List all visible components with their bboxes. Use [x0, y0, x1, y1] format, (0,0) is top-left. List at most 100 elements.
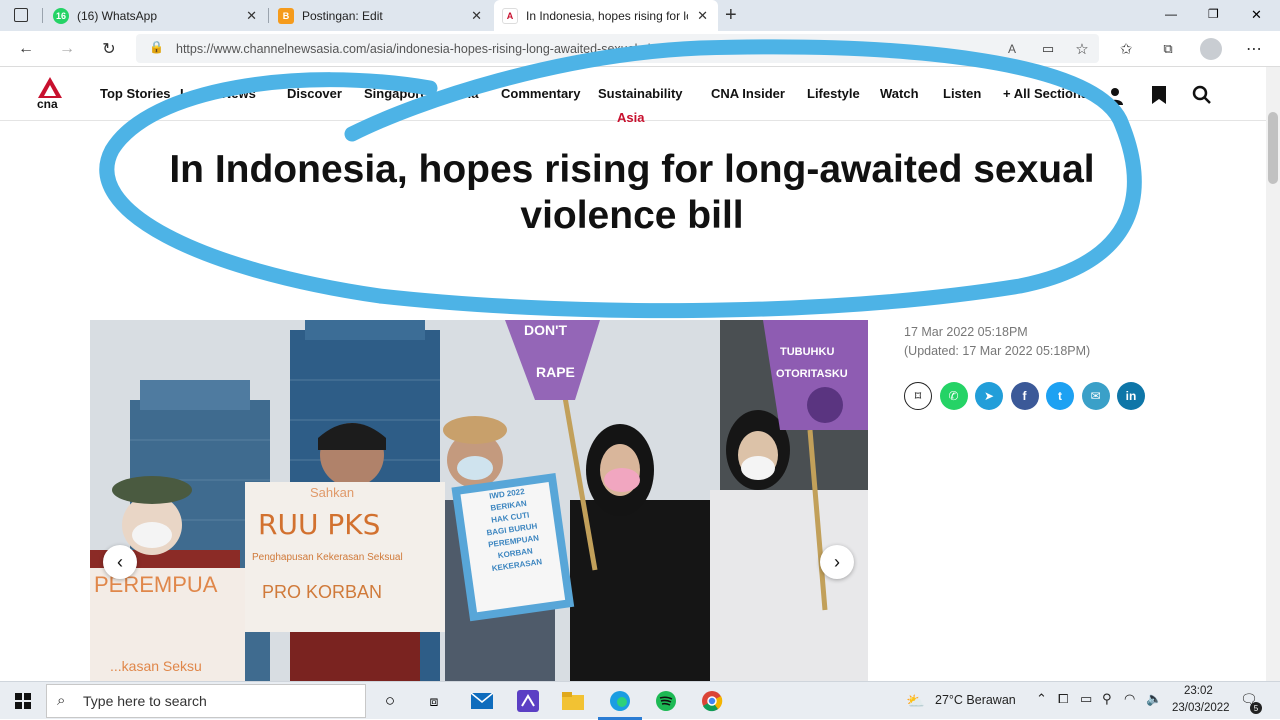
notification-count: 5 — [1250, 702, 1262, 714]
reader-view-icon[interactable]: ▭ — [1036, 37, 1060, 61]
telegram-icon[interactable]: ➤ — [975, 382, 1003, 410]
nav-singapore[interactable]: Singapore — [364, 86, 428, 101]
chrome-glyph — [702, 691, 723, 712]
nav-discover[interactable]: Discover — [287, 86, 342, 101]
sign-text: DON'T — [524, 322, 567, 338]
search-icon: ⌕ — [57, 692, 66, 709]
close-window-button[interactable]: ✕ — [1251, 7, 1262, 23]
vs-glyph — [517, 690, 539, 712]
favorites-icon[interactable]: ✩ — [1114, 37, 1138, 61]
spotify-glyph — [656, 691, 676, 711]
article-headline: In Indonesia, hopes rising for long-awai… — [169, 148, 1095, 237]
nav-lifestyle[interactable]: Lifestyle — [807, 86, 860, 101]
sign-text: TUBUHKU — [780, 346, 835, 358]
profile-avatar[interactable] — [1200, 38, 1222, 60]
battery-icon[interactable]: ▭ — [1080, 691, 1092, 707]
mail-glyph — [471, 693, 493, 709]
sign-text: PRO KORBAN — [262, 582, 383, 602]
windows-icon — [15, 693, 31, 709]
bookmark-icon[interactable]: ⌑ — [904, 382, 932, 410]
chrome-icon[interactable] — [700, 689, 724, 713]
spotify-icon[interactable] — [654, 689, 678, 713]
restore-button[interactable]: ❐ — [1208, 7, 1219, 21]
nav-cna-insider[interactable]: CNA Insider — [711, 86, 785, 101]
usb-icon[interactable]: ⚲ — [1102, 691, 1112, 707]
close-tab-icon[interactable]: ✕ — [471, 8, 482, 24]
collections-icon[interactable]: ⧉ — [1156, 37, 1180, 61]
minimize-button[interactable]: — — [1165, 7, 1177, 21]
sign-text: RAPE — [536, 364, 575, 380]
publish-date: 17 Mar 2022 05:18PM — [904, 325, 1028, 339]
tab-label: (16) WhatsApp — [77, 8, 158, 23]
clock-date[interactable]: 23/03/2022 — [1172, 702, 1230, 714]
hero-photo: Sahkan RUU PKS Penghapusan Kekerasan Sek… — [90, 320, 868, 682]
tab-label: Postingan: Edit — [302, 8, 383, 23]
blogger-icon: B — [278, 7, 294, 24]
nav-top-stories[interactable]: Top Stories — [100, 86, 171, 101]
nav-sustainability[interactable]: Sustainability — [598, 86, 683, 101]
visual-studio-icon[interactable] — [516, 689, 540, 713]
lock-icon: 🔒 — [149, 40, 164, 54]
address-toolbar: ← → ↻ 🔒 https://www.channelnewsasia.com/… — [0, 31, 1280, 67]
clock-time[interactable]: 23:02 — [1184, 685, 1213, 697]
iwd-poster: IWD 2022 BERIKAN HAK CUTI BAGI BURUH PER… — [465, 483, 560, 578]
carousel-prev-button[interactable]: ‹ — [103, 545, 137, 579]
meet-now-icon[interactable]: ⧠ — [1058, 691, 1068, 707]
start-button[interactable] — [11, 689, 35, 713]
nav-commentary[interactable]: Commentary — [501, 86, 580, 101]
user-glyph — [1107, 88, 1123, 105]
file-explorer-icon[interactable] — [561, 689, 585, 713]
article-category[interactable]: Asia — [617, 110, 644, 125]
show-hidden-icons[interactable]: ⌃ — [1036, 691, 1047, 707]
search-glyph — [1192, 85, 1211, 104]
twitter-icon[interactable]: t — [1046, 382, 1074, 410]
nav-latest-news[interactable]: Latest News — [180, 86, 256, 101]
tab-actions-icon[interactable] — [14, 8, 28, 22]
search-icon[interactable] — [1192, 85, 1212, 110]
back-icon[interactable]: ← — [14, 37, 38, 61]
cna-logo[interactable]: cna — [36, 76, 64, 112]
bookmark-icon[interactable] — [1151, 85, 1167, 110]
close-tab-icon[interactable]: ✕ — [246, 8, 257, 24]
whatsapp-icon[interactable]: ✆ — [939, 382, 968, 410]
facebook-icon[interactable]: f — [1010, 382, 1039, 410]
volume-icon[interactable]: 🔈 — [1146, 691, 1162, 707]
email-icon[interactable]: ✉ — [1081, 382, 1110, 410]
tab-cna-article[interactable]: A In Indonesia, hopes rising for lon ✕ — [494, 0, 718, 31]
new-tab-button[interactable]: + — [725, 4, 737, 27]
mail-icon[interactable] — [470, 689, 494, 713]
forward-icon[interactable]: → — [55, 37, 79, 61]
edge-glyph — [610, 691, 630, 711]
updated-date: (Updated: 17 Mar 2022 05:18PM) — [904, 344, 1091, 358]
tab-whatsapp[interactable]: 16 (16) WhatsApp ✕ — [53, 0, 267, 31]
sign-text: OTORITASKU — [776, 368, 848, 380]
nav-asia[interactable]: Asia — [451, 86, 478, 101]
more-menu-icon[interactable]: ⋯ — [1242, 37, 1266, 61]
tab-label: In Indonesia, hopes rising for lon — [526, 8, 688, 23]
scrollbar-thumb[interactable] — [1268, 112, 1278, 184]
cortana-icon[interactable]: ○ — [378, 689, 402, 713]
sign-text: ...kasan Seksu — [110, 658, 202, 674]
carousel-next-button[interactable]: › — [820, 545, 854, 579]
weather-text[interactable]: 27°C Berawan — [935, 693, 1016, 707]
refresh-icon[interactable]: ↻ — [97, 37, 121, 61]
close-tab-icon[interactable]: ✕ — [697, 8, 708, 24]
search-placeholder: Type here to search — [83, 693, 207, 709]
tab-blogger[interactable]: B Postingan: Edit ✕ — [278, 0, 492, 31]
address-bar[interactable]: 🔒 https://www.channelnewsasia.com/asia/i… — [136, 34, 1099, 63]
task-view-icon[interactable]: ⧈ — [422, 689, 446, 713]
whatsapp-icon: 16 — [53, 7, 69, 24]
wifi-icon[interactable]: ◠ — [1124, 691, 1135, 707]
linkedin-icon[interactable]: in — [1117, 382, 1145, 410]
edge-icon[interactable] — [608, 689, 632, 713]
taskbar-search[interactable]: ⌕ Type here to search — [46, 684, 366, 718]
user-icon[interactable] — [1106, 87, 1124, 110]
tab-strip: 16 (16) WhatsApp ✕ B Postingan: Edit ✕ A… — [0, 0, 1280, 31]
nav-all-sections[interactable]: + All Sections — [1003, 86, 1088, 101]
nav-watch[interactable]: Watch — [880, 86, 919, 101]
logo-text: cna — [37, 97, 58, 111]
add-favorite-icon[interactable]: ☆ — [1070, 37, 1094, 61]
weather-icon[interactable]: ⛅ — [906, 692, 925, 710]
read-aloud-icon[interactable]: A — [1000, 37, 1024, 61]
nav-listen[interactable]: Listen — [943, 86, 981, 101]
